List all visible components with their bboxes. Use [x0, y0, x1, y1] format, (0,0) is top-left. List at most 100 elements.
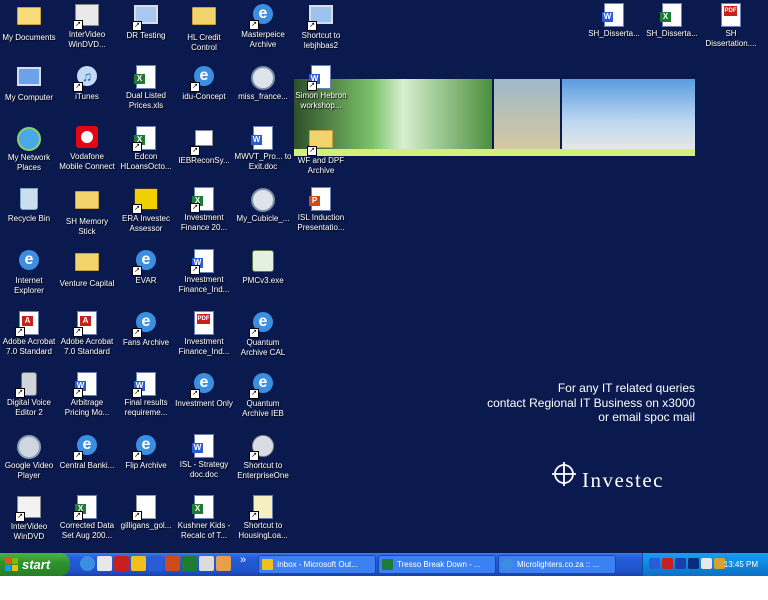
- quick-launch-more[interactable]: »: [240, 554, 246, 566]
- desktop-icon-enterpriseone[interactable]: ↗ Shortcut to EnterpriseOne: [234, 433, 292, 481]
- ql-powerpoint-icon[interactable]: [165, 556, 180, 571]
- word-doc-icon: W ↗: [307, 65, 333, 91]
- desktop-icon-isl-induction[interactable]: P ISL Induction Presentatio...: [292, 186, 350, 233]
- desktop-icon-internet-explorer[interactable]: e Internet Explorer: [0, 248, 58, 296]
- desktop-icon-iebreconsy[interactable]: ↗ IEBReconSy...: [175, 125, 233, 166]
- word-doc-icon: W ↗: [190, 249, 216, 275]
- it-message-line3: or email spoc mail: [598, 410, 695, 424]
- desktop-icon-simon-hebron[interactable]: W ↗ Simon Hebron workshop...: [292, 64, 350, 111]
- desktop-icon-edcon-hloans[interactable]: X ↗ Edcon HLoansOcto...: [117, 125, 175, 172]
- ql-outlook-icon[interactable]: [131, 556, 146, 571]
- task-button-ie[interactable]: Microlighters.co.za :: ...: [498, 555, 616, 574]
- ql-ie-icon[interactable]: [80, 556, 95, 571]
- desktop-icon-kushner-kids[interactable]: X Kushner Kids - Recalc of T...: [175, 494, 233, 541]
- desktop-icon-investment-only[interactable]: e ↗ Investment Only: [175, 371, 233, 409]
- desktop-icon-voice-editor[interactable]: ↗ Digital Voice Editor 2: [0, 371, 58, 418]
- icon-label: Internet Explorer: [14, 276, 44, 295]
- desktop-icon-investment-finance-xls[interactable]: X ↗ Investment Finance 20...: [175, 186, 233, 233]
- desktop-icon-mwvt-pro[interactable]: W MWVT_Pro... to Exit.doc: [234, 125, 292, 172]
- desktop-icon-windvd-2[interactable]: ↗ InterVideo WinDVD...: [58, 2, 116, 50]
- icon-label: Arbitrage Pricing Mo...: [64, 398, 110, 417]
- icon-label: SH_Disserta...: [588, 29, 640, 38]
- desktop-icon-my-documents[interactable]: My Documents: [0, 2, 58, 43]
- wallpaper-banner: [294, 79, 695, 156]
- icon-label: iTunes: [75, 92, 99, 101]
- ql-excel-icon[interactable]: [182, 556, 197, 571]
- desktop-icon-gilligans[interactable]: ↗ gilligans_gol...: [117, 494, 175, 531]
- desktop-icon-arbitrage-pricing[interactable]: W ↗ Arbitrage Pricing Mo...: [58, 371, 116, 418]
- desktop-icon-wf-dpf-archive[interactable]: ↗ WF and DPF Archive: [292, 125, 350, 176]
- excel-doc-icon: X: [134, 65, 158, 89]
- desktop-icon-recycle-bin[interactable]: Recycle Bin: [0, 186, 58, 224]
- my-computer-icon: [17, 67, 41, 91]
- tray-media-icon[interactable]: [688, 558, 699, 569]
- desktop-icon-network-places[interactable]: My Network Places: [0, 125, 58, 173]
- icon-label: Shortcut to HousingLoa...: [238, 521, 288, 540]
- icon-label: Kushner Kids - Recalc of T...: [177, 521, 231, 540]
- tray-volume-icon[interactable]: [701, 558, 712, 569]
- task-button-outlook[interactable]: Inbox - Microsoft Out...: [258, 555, 376, 574]
- desktop-icon-sh-dissertation-pdf[interactable]: PDF SH Dissertation....: [702, 2, 760, 49]
- desktop-icon-era-assessor[interactable]: ↗ ERA Investec Assessor: [117, 186, 175, 234]
- desktop-icon-quantum-archive-cal[interactable]: e ↗ Quantum Archive CAL: [234, 310, 292, 358]
- banner-strip: [294, 149, 695, 156]
- desktop-icon-sh-dissertation-doc[interactable]: W SH_Disserta...: [585, 2, 643, 39]
- server-shortcut-icon: ↗: [307, 5, 333, 31]
- desktop-icon-quantum-archive-ieb[interactable]: e ↗ Quantum Archive IEB: [234, 371, 292, 419]
- desktop-icon-evar[interactable]: e ↗ EVAR: [117, 248, 175, 286]
- folder-icon: [75, 253, 99, 277]
- icon-label: Shortcut to EnterpriseOne: [237, 461, 289, 480]
- ql-word-icon[interactable]: [148, 556, 163, 571]
- clock[interactable]: 13:45 PM: [724, 553, 758, 576]
- ql-explorer-icon[interactable]: [199, 556, 214, 571]
- desktop-icon-venture-capital[interactable]: Venture Capital: [58, 248, 116, 289]
- start-button[interactable]: start: [0, 553, 70, 576]
- desktop-icon-flip-archive[interactable]: e ↗ Flip Archive: [117, 433, 175, 471]
- desktop-icon-corrected-data-set[interactable]: X ↗ Corrected Data Set Aug 200...: [58, 494, 116, 541]
- desktop-icon-dual-listed-prices[interactable]: X Dual Listed Prices.xls: [117, 64, 175, 111]
- ql-show-desktop-icon[interactable]: [97, 556, 112, 571]
- desktop-icon-final-results[interactable]: W ↗ Final results requireme...: [117, 371, 175, 418]
- desktop-icon-windvd[interactable]: ↗ InterVideo WinDVD: [0, 494, 58, 542]
- icon-label: Adobe Acrobat 7.0 Standard: [60, 337, 114, 356]
- desktop-icon-google-video[interactable]: Google Video Player: [0, 433, 58, 481]
- desktop-icon-hl-credit-control[interactable]: HL Credit Control: [175, 2, 233, 53]
- desktop-icon-sh-dissertation-xls[interactable]: X SH_Disserta...: [643, 2, 701, 39]
- desktop-icon-masterpeice-archive[interactable]: e ↗ Masterpeice Archive: [234, 2, 292, 50]
- ql-acrobat-icon[interactable]: [114, 556, 129, 571]
- desktop-icon-my-computer[interactable]: My Computer: [0, 64, 58, 103]
- icon-label: SH_Disserta...: [646, 29, 698, 38]
- desktop-icon-pmcv3[interactable]: PMCv3.exe: [234, 248, 292, 286]
- desktop-icon-my-cubicle[interactable]: My_Cubicle_...: [234, 186, 292, 224]
- tray-network-icon[interactable]: [649, 558, 660, 569]
- icon-label: My_Cubicle_...: [236, 214, 290, 223]
- desktop-icon-sh-memory-stick[interactable]: SH Memory Stick: [58, 186, 116, 237]
- desktop-icon-acrobat-2[interactable]: A ↗ Adobe Acrobat 7.0 Standard: [58, 310, 116, 357]
- icon-label: Vodafone Mobile Connect: [59, 152, 115, 171]
- desktop-icon-vodafone[interactable]: Vodafone Mobile Connect: [58, 125, 116, 172]
- task-button-excel[interactable]: Tresso Break Down - ...: [378, 555, 496, 574]
- desktop-icon-miss-france[interactable]: miss_france...: [234, 64, 292, 102]
- desktop-icon-investment-finance-ind-doc[interactable]: W ↗ Investment Finance_Ind...: [175, 248, 233, 295]
- icon-label: EVAR: [135, 276, 157, 285]
- icon-label: ISL Induction Presentatio...: [297, 213, 345, 232]
- desktop-icon-lebjhbas2[interactable]: ↗ Shortcut to lebjhbas2: [292, 2, 350, 51]
- desktop-icon-fans-archive[interactable]: e ↗ Fans Archive: [117, 310, 175, 348]
- ie-shortcut-icon: e ↗: [190, 373, 216, 399]
- desktop[interactable]: My Documents My Computer My Network Plac…: [0, 0, 768, 553]
- pmc-exe-icon: [251, 250, 275, 274]
- desktop-icon-isl-strategy[interactable]: W ISL - Strategy doc.doc: [175, 433, 233, 480]
- desktop-icon-investment-finance-ind-pdf[interactable]: PDF Investment Finance_Ind...: [175, 310, 233, 357]
- tray-security-icon[interactable]: [662, 558, 673, 569]
- desktop-icon-itunes[interactable]: ♫ ↗ iTunes: [58, 64, 116, 102]
- tray-bluetooth-icon[interactable]: [675, 558, 686, 569]
- desktop-icon-central-banki[interactable]: e ↗ Central Banki...: [58, 433, 116, 471]
- icon-label: My Network Places: [7, 153, 51, 172]
- itunes-icon: ♫ ↗: [73, 66, 99, 92]
- desktop-icon-idu-concept[interactable]: e ↗ idu-Concept: [175, 64, 233, 102]
- desktop-icon-housingloa[interactable]: ↗ Shortcut to HousingLoa...: [234, 494, 292, 541]
- desktop-icon-acrobat[interactable]: A ↗ Adobe Acrobat 7.0 Standard: [0, 310, 58, 357]
- icon-label: Shortcut to lebjhbas2: [301, 31, 341, 50]
- ql-app-icon[interactable]: [216, 556, 231, 571]
- desktop-icon-dr-testing[interactable]: ↗ DR Testing: [117, 2, 175, 41]
